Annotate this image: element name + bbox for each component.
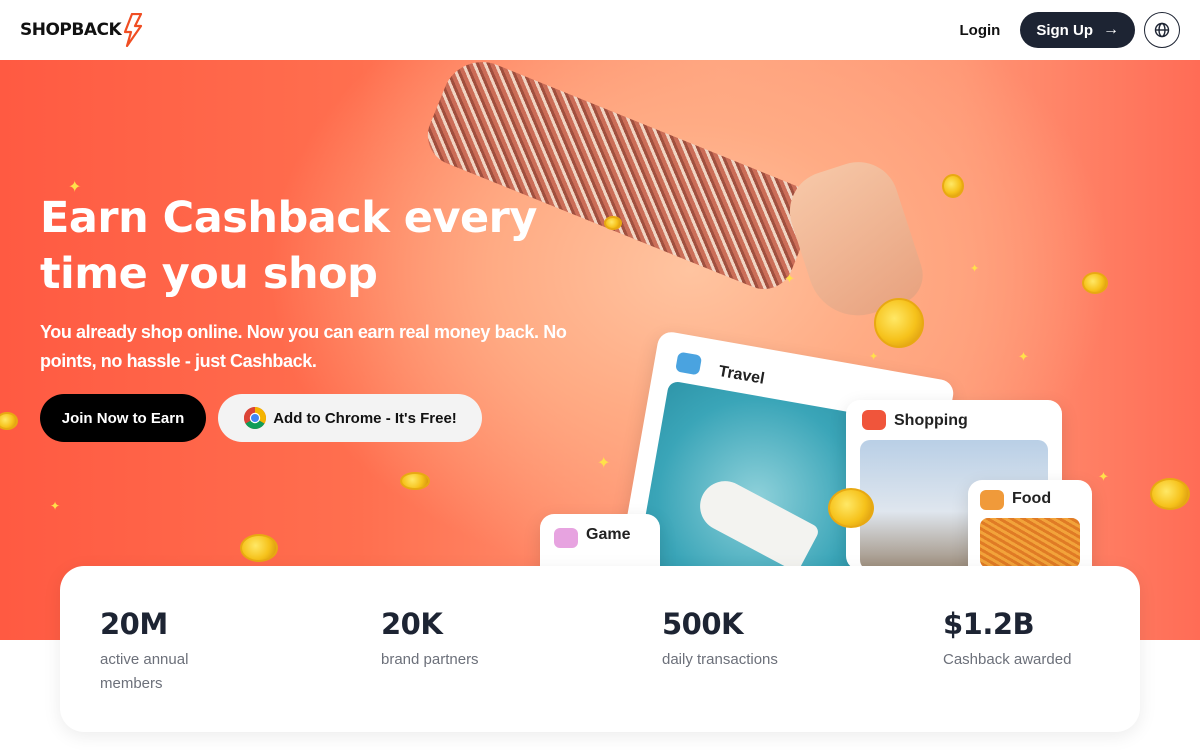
lightning-bolt-icon <box>124 13 143 47</box>
sparkle-icon: ✦ <box>1018 349 1029 364</box>
arrow-right-icon: → <box>1103 21 1119 38</box>
site-header: SHOPBACK Login Sign Up → <box>0 0 1200 60</box>
boat-image <box>691 472 821 573</box>
sign-up-button[interactable]: Sign Up → <box>1020 12 1135 48</box>
food-label: Food <box>1012 490 1052 507</box>
join-now-button[interactable]: Join Now to Earn <box>40 394 206 442</box>
sparkle-icon: ✦ <box>1098 469 1109 484</box>
hero-banner: Earn Cashback every time you shop You al… <box>0 60 1200 640</box>
shopping-cart-icon <box>862 410 886 430</box>
coin-icon <box>240 534 278 562</box>
stat-label: brand partners <box>381 651 479 668</box>
sign-up-label: Sign Up <box>1036 21 1093 39</box>
sparkle-icon: ✦ <box>597 455 611 472</box>
sparkle-icon: ✦ <box>970 263 980 275</box>
logo-text: SHOPBACK <box>20 20 122 40</box>
coin-icon <box>400 472 430 490</box>
hero-subtitle: You already shop online. Now you can ear… <box>40 322 567 371</box>
stat-brands: 20K brand partners <box>381 604 581 672</box>
add-to-chrome-label: Add to Chrome - It's Free! <box>273 409 457 427</box>
stat-value: 500K <box>662 607 744 641</box>
gamepad-icon <box>554 528 578 548</box>
stat-value: $1.2B <box>943 607 1035 641</box>
travel-label: Travel <box>717 362 766 388</box>
food-photo <box>980 518 1080 568</box>
airplane-icon <box>675 351 703 376</box>
stat-label: Cashback awarded <box>943 651 1072 668</box>
stat-value: 20M <box>100 607 168 641</box>
language-selector[interactable] <box>1144 12 1180 48</box>
stat-cashback: $1.2B Cashback awarded <box>943 604 1143 672</box>
chrome-icon <box>244 407 267 429</box>
add-to-chrome-button[interactable]: Add to Chrome - It's Free! <box>218 394 482 442</box>
globe-icon <box>1154 22 1170 38</box>
food-category-card[interactable]: Food <box>968 480 1092 580</box>
stat-label: daily transactions <box>662 651 778 668</box>
stat-label: active annual members <box>100 651 189 692</box>
sparkle-icon: ✦ <box>784 271 795 286</box>
coin-icon <box>604 216 622 230</box>
sparkle-icon: ✦ <box>68 179 82 196</box>
stat-value: 20K <box>381 607 443 641</box>
login-link[interactable]: Login <box>960 22 1001 39</box>
stat-members: 20M active annual members <box>100 604 300 696</box>
shopping-label: Shopping <box>894 412 968 429</box>
sparkle-icon: ✦ <box>50 499 61 513</box>
coin-icon <box>828 488 874 528</box>
coin-icon <box>942 174 964 198</box>
burger-icon <box>980 490 1004 510</box>
header-actions: Login Sign Up → <box>960 12 1180 48</box>
coin-icon <box>1150 478 1190 510</box>
coin-icon <box>874 298 924 348</box>
shopback-logo[interactable]: SHOPBACK <box>20 13 143 47</box>
stat-transactions: 500K daily transactions <box>662 604 862 672</box>
sparkle-icon: ✦ <box>869 351 879 363</box>
coin-icon <box>0 412 18 430</box>
stats-panel: 20M active annual members 20K brand part… <box>60 566 1140 732</box>
coin-icon <box>1082 272 1108 294</box>
hero-title: Earn Cashback every time you shop <box>40 193 537 299</box>
game-label: Game <box>586 526 631 543</box>
